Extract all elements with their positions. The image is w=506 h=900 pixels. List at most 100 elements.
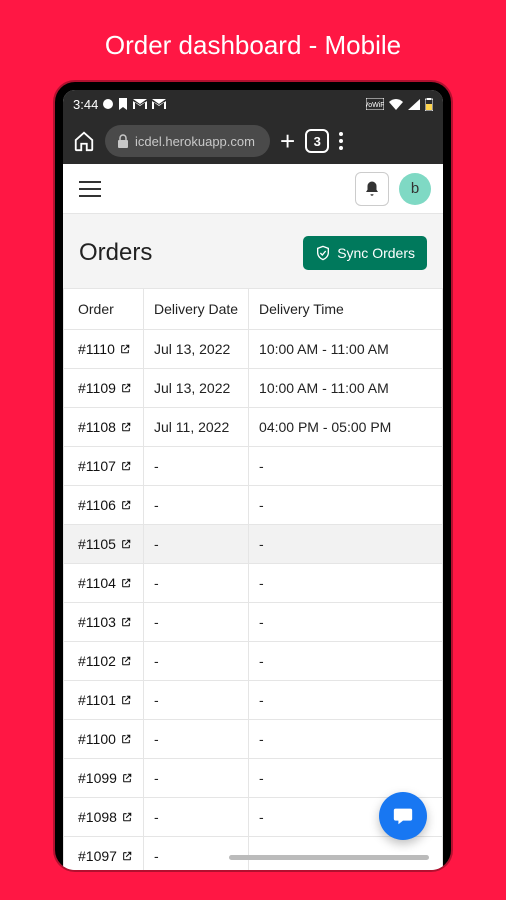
menu-button[interactable]: [75, 177, 105, 201]
vowifi-icon: VoWiFi: [366, 98, 384, 110]
browser-menu-button[interactable]: [339, 132, 343, 150]
table-row: #1109Jul 13, 202210:00 AM - 11:00 AM: [64, 369, 443, 408]
external-link-icon: [121, 695, 131, 705]
chat-icon: [392, 805, 414, 827]
col-order[interactable]: Order: [64, 289, 144, 330]
cell-delivery-date: -: [144, 642, 249, 681]
bell-icon: [363, 180, 381, 198]
table-row: #1106 --: [64, 486, 443, 525]
bookmark-icon: [118, 98, 128, 110]
order-link[interactable]: #1104: [78, 575, 131, 591]
cell-delivery-date: -: [144, 720, 249, 759]
cell-delivery-date: -: [144, 681, 249, 720]
table-row: #1110Jul 13, 202210:00 AM - 11:00 AM: [64, 330, 443, 369]
order-link[interactable]: #1110: [78, 341, 130, 357]
order-link[interactable]: #1097: [78, 848, 132, 864]
cell-delivery-time: -: [249, 837, 443, 871]
external-link-icon: [121, 578, 131, 588]
external-link-icon: [122, 812, 132, 822]
cell-delivery-date: Jul 13, 2022: [144, 369, 249, 408]
page-caption: Order dashboard - Mobile: [0, 0, 506, 61]
shield-check-icon: [315, 245, 331, 261]
cell-delivery-date: -: [144, 525, 249, 564]
cell-delivery-date: Jul 11, 2022: [144, 408, 249, 447]
cell-delivery-date: -: [144, 603, 249, 642]
gmail-icon: [133, 99, 147, 109]
external-link-icon: [122, 773, 132, 783]
order-id: #1103: [78, 614, 116, 630]
order-link[interactable]: #1105: [78, 536, 131, 552]
external-link-icon: [121, 422, 131, 432]
table-row: #1102--: [64, 642, 443, 681]
order-id: #1100: [78, 731, 116, 747]
cell-delivery-time: 04:00 PM - 05:00 PM: [249, 408, 443, 447]
order-id: #1110: [78, 341, 115, 357]
tab-switcher[interactable]: 3: [305, 129, 329, 153]
order-link[interactable]: #1103: [78, 614, 131, 630]
table-row: #1104 --: [64, 564, 443, 603]
home-button[interactable]: [73, 130, 95, 152]
lock-icon: [117, 134, 129, 148]
order-link[interactable]: #1098: [78, 809, 132, 825]
device-frame: 3:44 VoWiFi: [55, 82, 451, 870]
order-link[interactable]: #1102: [78, 653, 131, 669]
col-delivery-date[interactable]: Delivery Date: [144, 289, 249, 330]
sync-button-label: Sync Orders: [337, 245, 415, 261]
order-link[interactable]: #1101: [78, 692, 131, 708]
avatar[interactable]: b: [399, 173, 431, 205]
horizontal-scrollbar[interactable]: [229, 855, 429, 860]
circle-icon: [103, 99, 113, 109]
external-link-icon: [120, 344, 130, 354]
cell-delivery-time: 10:00 AM - 11:00 AM: [249, 330, 443, 369]
order-link[interactable]: #1109: [78, 380, 131, 396]
cell-delivery-time: -: [249, 486, 443, 525]
cell-delivery-time: -: [249, 720, 443, 759]
table-row: #1103 --: [64, 603, 443, 642]
order-id: #1102: [78, 653, 116, 669]
external-link-icon: [121, 500, 131, 510]
order-id: #1106: [78, 497, 116, 513]
table-row: #1097--: [64, 837, 443, 871]
app-header: b: [63, 164, 443, 214]
notifications-button[interactable]: [355, 172, 389, 206]
external-link-icon: [122, 851, 132, 861]
chat-fab[interactable]: [379, 792, 427, 840]
col-delivery-time[interactable]: Delivery Time: [249, 289, 443, 330]
cell-delivery-time: -: [249, 564, 443, 603]
order-id: #1108: [78, 419, 116, 435]
order-id: #1104: [78, 575, 116, 591]
external-link-icon: [121, 734, 131, 744]
order-id: #1109: [78, 380, 116, 396]
cell-delivery-time: -: [249, 681, 443, 720]
page-title: Orders: [79, 239, 152, 267]
external-link-icon: [121, 656, 131, 666]
external-link-icon: [121, 461, 131, 471]
cell-delivery-date: -: [144, 564, 249, 603]
order-link[interactable]: #1108: [78, 419, 131, 435]
cell-delivery-time: -: [249, 447, 443, 486]
external-link-icon: [121, 617, 131, 627]
cell-delivery-date: -: [144, 447, 249, 486]
cell-delivery-date: -: [144, 486, 249, 525]
url-bar[interactable]: icdel.herokuapp.com: [105, 125, 270, 157]
sync-orders-button[interactable]: Sync Orders: [303, 236, 427, 270]
cell-delivery-time: -: [249, 603, 443, 642]
order-link[interactable]: #1099: [78, 770, 132, 786]
wifi-icon: [389, 99, 403, 110]
table-row: #1101 --: [64, 681, 443, 720]
page-body: Orders Sync Orders Order Delivery Date D…: [63, 214, 443, 870]
table-row: #1105--: [64, 525, 443, 564]
external-link-icon: [121, 383, 131, 393]
order-link[interactable]: #1100: [78, 731, 131, 747]
url-text: icdel.herokuapp.com: [135, 134, 255, 149]
new-tab-button[interactable]: +: [280, 128, 295, 154]
svg-text:VoWiFi: VoWiFi: [366, 102, 384, 109]
order-link[interactable]: #1106: [78, 497, 131, 513]
table-row: #1108 Jul 11, 202204:00 PM - 05:00 PM: [64, 408, 443, 447]
order-link[interactable]: #1107: [78, 458, 131, 474]
battery-icon: [425, 98, 433, 111]
order-id: #1107: [78, 458, 116, 474]
order-id: #1101: [78, 692, 116, 708]
order-id: #1105: [78, 536, 116, 552]
status-time: 3:44: [73, 97, 98, 112]
